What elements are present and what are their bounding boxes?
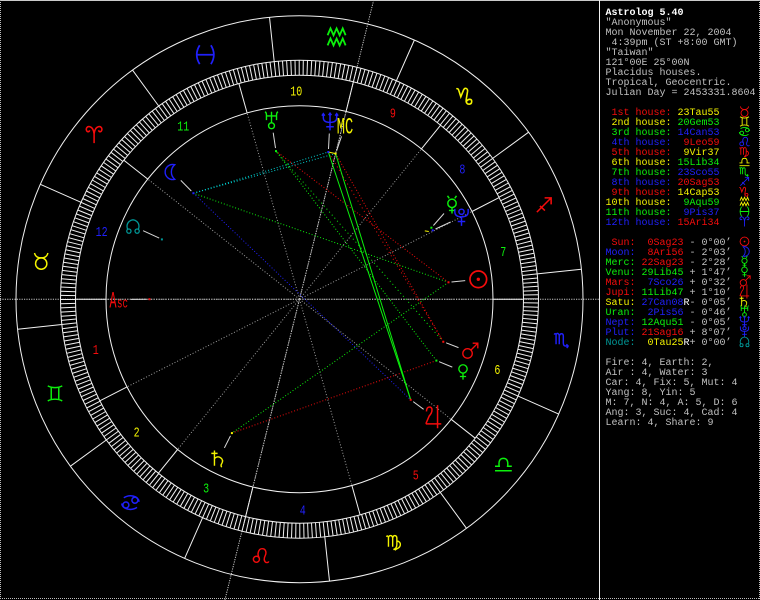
svg-text:9: 9 bbox=[390, 107, 396, 123]
svg-text:12th house:: 12th house: bbox=[606, 217, 672, 229]
svg-text:4: 4 bbox=[300, 504, 306, 520]
svg-text:MC: MC bbox=[337, 115, 354, 141]
svg-text:3: 3 bbox=[203, 482, 209, 498]
svg-text:Node:: Node: bbox=[606, 337, 636, 349]
svg-text:5: 5 bbox=[413, 468, 419, 484]
svg-text:Learn: 4, Share: 9: Learn: 4, Share: 9 bbox=[606, 417, 714, 429]
svg-text:+ 0°00’: + 0°00’ bbox=[690, 337, 732, 349]
svg-text:7: 7 bbox=[500, 245, 506, 261]
svg-text:6: 6 bbox=[494, 363, 500, 379]
svg-text:15Ari34: 15Ari34 bbox=[672, 217, 720, 229]
svg-text:sc: sc bbox=[117, 296, 128, 313]
svg-text:12: 12 bbox=[96, 225, 108, 241]
svg-text:11: 11 bbox=[177, 120, 189, 136]
svg-text:A: A bbox=[110, 289, 117, 315]
svg-text:10: 10 bbox=[290, 85, 302, 101]
svg-text:8: 8 bbox=[459, 162, 465, 178]
svg-text:1: 1 bbox=[93, 343, 99, 359]
svg-text:Julian Day = 2453331.8604: Julian Day = 2453331.8604 bbox=[606, 87, 756, 99]
svg-text:2: 2 bbox=[134, 426, 140, 442]
svg-text:0Tau25: 0Tau25 bbox=[642, 338, 684, 349]
